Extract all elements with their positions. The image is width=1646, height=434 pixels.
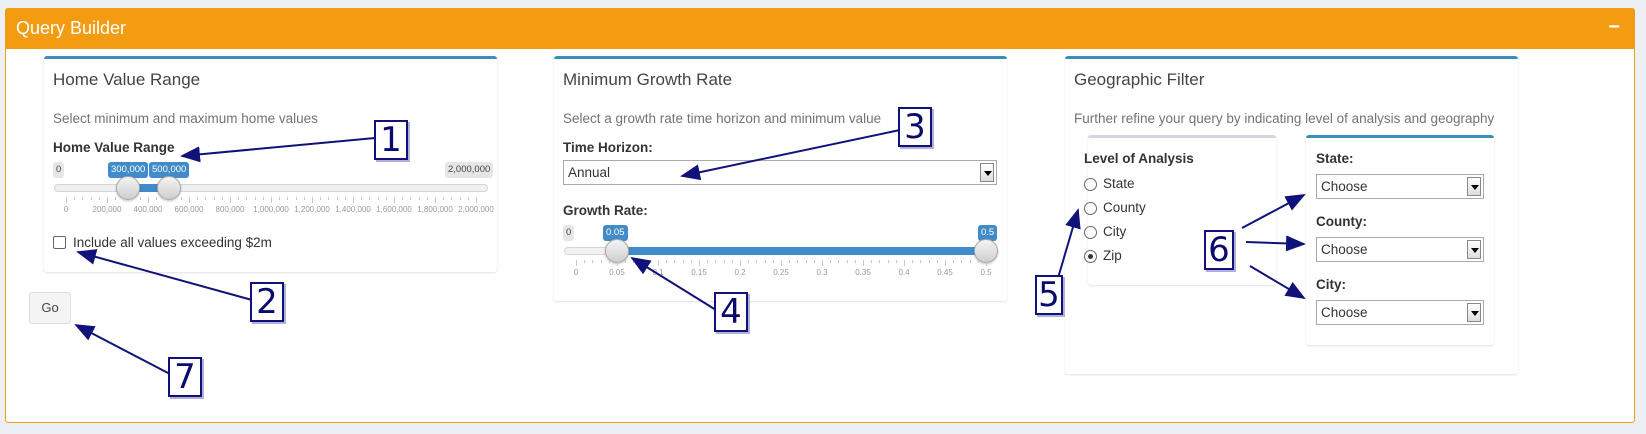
arrow-6a	[1241, 194, 1306, 229]
arrow-5	[1057, 208, 1081, 279]
callout-4: 4	[714, 292, 748, 332]
callout-3: 3	[898, 107, 932, 147]
callout-5: 5	[1035, 275, 1063, 315]
arrow-6c	[1249, 265, 1306, 300]
arrow-7	[74, 324, 171, 375]
callout-6: 6	[1204, 230, 1234, 270]
arrow-1	[180, 137, 376, 163]
arrow-3	[680, 129, 901, 181]
callout-7: 7	[168, 357, 202, 397]
arrow-6b	[1245, 235, 1306, 252]
callout-2: 2	[250, 282, 284, 322]
arrow-4	[630, 256, 717, 311]
callout-1: 1	[374, 120, 408, 160]
arrow-2	[76, 249, 253, 301]
annotation-arrows	[74, 129, 1306, 375]
